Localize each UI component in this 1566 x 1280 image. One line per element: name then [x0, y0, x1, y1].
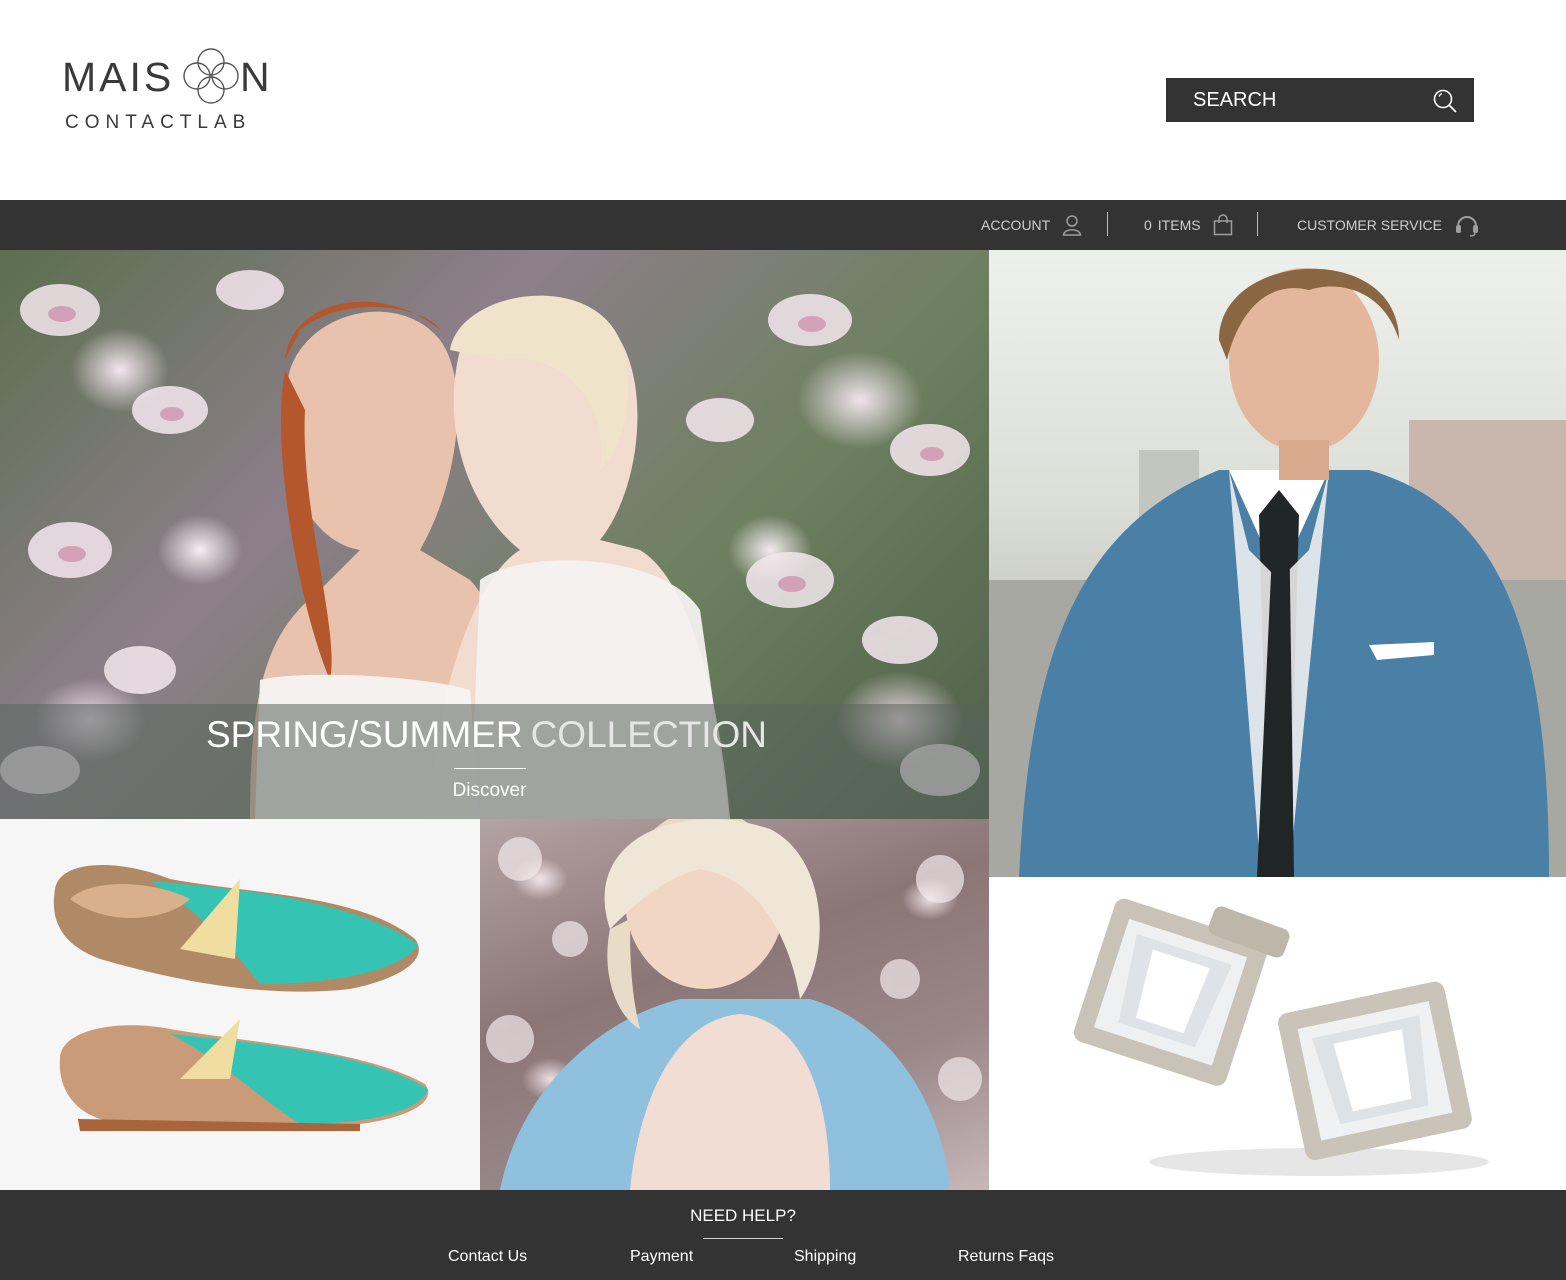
hero-discover-link[interactable]: Discover: [0, 780, 979, 802]
user-icon: [1062, 215, 1082, 236]
logo-text-end: N: [240, 54, 270, 100]
site-footer: NEED HELP? Contact Us Payment Shipping R…: [0, 1190, 1566, 1280]
shopping-bag-icon: [1213, 214, 1232, 236]
nav-cart-link[interactable]: 0 ITEMS: [1144, 200, 1233, 250]
site-header: MAIS N CONTACTLAB: [0, 0, 1566, 200]
nav-cart-label: ITEMS: [1157, 217, 1201, 233]
nav-customer-service-link[interactable]: CUSTOMER SERVICE: [1297, 200, 1480, 250]
search-icon[interactable]: [1432, 88, 1458, 114]
promo-tile-accessories[interactable]: [989, 877, 1566, 1190]
nav-divider: [1107, 212, 1108, 236]
headset-icon: [1455, 216, 1478, 237]
shoes-photo: [0, 819, 480, 1190]
footer-link-shipping[interactable]: Shipping: [794, 1248, 856, 1266]
footer-link-contact-us[interactable]: Contact Us: [448, 1248, 527, 1266]
logo-rings-icon: [183, 48, 239, 104]
promo-tile-shoes[interactable]: [0, 819, 480, 1190]
hero-title-light: COLLECTION: [530, 714, 767, 755]
cart-count: 0: [1144, 217, 1152, 233]
nav-account-label: ACCOUNT: [981, 217, 1051, 233]
search-input[interactable]: [1166, 78, 1416, 122]
footer-help-title: NEED HELP?: [690, 1206, 796, 1225]
logo-text-sub: CONTACTLAB: [65, 112, 252, 133]
cufflinks-photo: [1073, 898, 1489, 1176]
search-box: [1166, 78, 1474, 122]
nav-service-label: CUSTOMER SERVICE: [1297, 217, 1442, 233]
menswear-photo: [989, 268, 1566, 877]
footer-link-returns-faqs[interactable]: Returns Faqs: [958, 1248, 1054, 1266]
brand-logo[interactable]: MAIS N CONTACTLAB: [62, 44, 292, 136]
nav-account-link[interactable]: ACCOUNT: [981, 200, 1082, 250]
womenswear-photo: [486, 819, 982, 1190]
footer-link-payment[interactable]: Payment: [630, 1248, 693, 1266]
promo-tile-menswear[interactable]: [989, 250, 1566, 877]
footer-divider: [703, 1238, 783, 1239]
logo-text-main: MAIS: [62, 54, 175, 100]
hero-divider: [454, 768, 526, 769]
hero-title: SPRING/SUMMER COLLECTION: [0, 714, 973, 756]
top-nav-bar: ACCOUNT 0 ITEMS CUSTOMER SERVICE: [0, 200, 1566, 250]
promo-tile-womenswear[interactable]: [480, 819, 989, 1190]
hero-banner-spring-summer[interactable]: SPRING/SUMMER COLLECTION Discover: [0, 250, 989, 819]
hero-title-bold: SPRING/SUMMER: [205, 714, 523, 755]
nav-divider: [1257, 212, 1258, 236]
